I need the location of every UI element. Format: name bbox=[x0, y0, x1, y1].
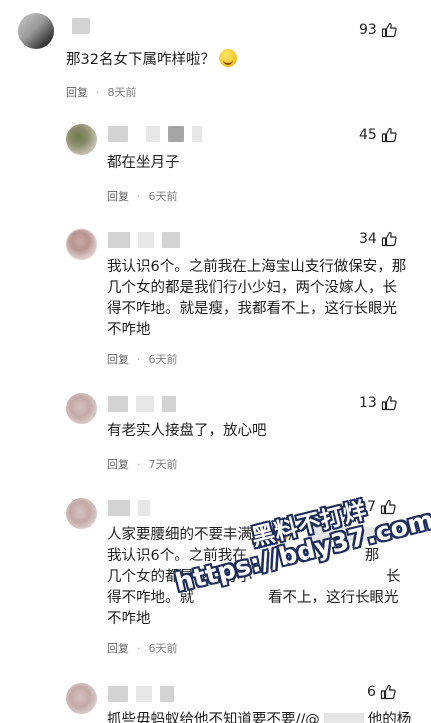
thumbs-up-icon bbox=[381, 127, 397, 143]
timestamp: 6天前 bbox=[148, 642, 178, 655]
comment-text: 抓些毋蚂蚁给他不知道要不要//@ 他的杨 bbox=[107, 712, 412, 723]
like-button[interactable]: 13 bbox=[359, 395, 397, 411]
avatar[interactable] bbox=[66, 393, 97, 424]
reply-button[interactable]: 回复 bbox=[66, 84, 88, 100]
like-count: 6 bbox=[367, 684, 376, 700]
timestamp: 6天前 bbox=[148, 353, 178, 366]
username-redacted[interactable] bbox=[108, 396, 176, 412]
timestamp: 7天前 bbox=[148, 458, 178, 471]
reply-button[interactable]: 回复 bbox=[107, 188, 129, 204]
timestamp: 6天前 bbox=[148, 190, 178, 203]
thumbs-up-icon bbox=[381, 231, 397, 247]
comment-text: 我认识6个。之前我在上海宝山支行做保安，那 几个女的都是我们行小少妇，两个没嫁人… bbox=[107, 259, 407, 338]
smile-emoji-icon bbox=[218, 49, 237, 67]
username-redacted[interactable] bbox=[108, 126, 202, 142]
like-button[interactable]: 7 bbox=[367, 499, 396, 515]
reply-button[interactable]: 回复 bbox=[107, 351, 129, 367]
thumbs-up-icon bbox=[380, 684, 396, 700]
reply-button[interactable]: 回复 bbox=[107, 640, 129, 656]
redacted-mention bbox=[306, 527, 387, 541]
separator-dot: · bbox=[137, 352, 141, 366]
reply-button[interactable]: 回复 bbox=[107, 456, 129, 472]
comment-text: 人家要腰细的不要丰满的// 我认识6个。之前我在那 几个女的都是我们行小长 得不… bbox=[107, 524, 417, 630]
like-button[interactable]: 45 bbox=[359, 127, 397, 143]
like-button[interactable]: 34 bbox=[359, 231, 397, 247]
thumbs-up-icon bbox=[381, 22, 397, 38]
like-count: 93 bbox=[359, 22, 377, 38]
like-count: 13 bbox=[359, 395, 377, 411]
avatar[interactable] bbox=[18, 13, 54, 49]
thumbs-up-icon bbox=[380, 499, 396, 515]
avatar[interactable] bbox=[66, 229, 97, 260]
separator-dot: · bbox=[96, 85, 100, 99]
separator-dot: · bbox=[137, 457, 141, 471]
redacted-mention bbox=[323, 713, 364, 723]
username-redacted[interactable] bbox=[108, 500, 150, 516]
username-redacted[interactable] bbox=[108, 686, 174, 702]
separator-dot: · bbox=[137, 641, 141, 655]
separator-dot: · bbox=[137, 189, 141, 203]
avatar[interactable] bbox=[66, 498, 97, 529]
thumbs-up-icon bbox=[381, 395, 397, 411]
laugh-emoji-icon bbox=[270, 524, 289, 542]
like-count: 45 bbox=[359, 127, 377, 143]
like-button[interactable]: 93 bbox=[359, 22, 397, 38]
avatar[interactable] bbox=[66, 124, 97, 155]
comment-text: 那32名女下属咋样啦？ bbox=[66, 49, 237, 71]
like-count: 34 bbox=[359, 231, 377, 247]
comment-text: 都在坐月子 bbox=[107, 155, 180, 171]
like-count: 7 bbox=[367, 499, 376, 515]
timestamp: 8天前 bbox=[107, 86, 137, 99]
comment-text: 有老实人接盘了，放心吧 bbox=[107, 423, 267, 439]
username-redacted[interactable] bbox=[108, 232, 180, 248]
username-redacted[interactable] bbox=[72, 18, 90, 34]
like-button[interactable]: 6 bbox=[367, 684, 396, 700]
avatar[interactable] bbox=[66, 683, 97, 714]
